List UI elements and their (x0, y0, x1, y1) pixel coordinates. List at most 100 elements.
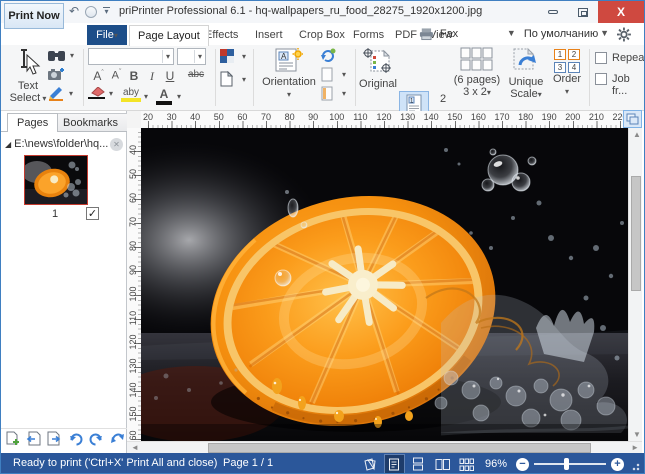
tab-page-layout[interactable]: Page Layout (129, 25, 209, 46)
font-color-button[interactable]: A (156, 87, 172, 105)
resize-grip[interactable] (632, 457, 640, 471)
chevron-down-icon: ▾ (242, 74, 247, 84)
theme-button[interactable]: ▾ (220, 49, 246, 64)
scroll-up-icon[interactable]: ▲ (633, 130, 641, 139)
horizontal-scroll-thumb[interactable] (208, 443, 591, 453)
scroll-down-icon[interactable]: ▼ (633, 430, 641, 439)
tab-file[interactable]: File▾ (87, 25, 127, 45)
bold-button[interactable]: B (128, 69, 140, 83)
v-ruler-label: 60 (128, 193, 138, 204)
text-highlight-button[interactable]: aby (121, 87, 141, 102)
unique-scale-button[interactable]: Unique Scale▾ (505, 47, 547, 101)
qat-customize-icon[interactable]: ▾ (102, 7, 111, 16)
print-now-button[interactable]: Print Now (4, 3, 64, 29)
single-page-icon (389, 458, 400, 470)
underline-button[interactable]: U (164, 69, 176, 83)
job-frame-label: Job fr... (612, 73, 630, 97)
chevron-down-icon: ▾ (242, 52, 247, 61)
profile-select[interactable]: По умолчанию ▼ (524, 28, 609, 40)
find-button[interactable]: ▾ (48, 49, 74, 62)
snapshot-button[interactable] (48, 68, 64, 81)
chevron-down-icon: ▾ (161, 50, 173, 63)
orientation-button[interactable]: A Orientation ▾ (259, 47, 319, 100)
rotate-left-button[interactable] (89, 431, 104, 446)
portrait-page-button[interactable]: ▾ (321, 67, 346, 82)
vertical-scroll-thumb[interactable] (631, 176, 641, 291)
vertical-scrollbar[interactable]: ▲ ▼ (628, 128, 642, 441)
view-mode-preview-button[interactable] (361, 455, 380, 473)
close-button[interactable]: X (598, 1, 644, 23)
view-mode-continuous-button[interactable] (409, 455, 428, 473)
qat-shape-icon[interactable] (85, 6, 97, 18)
view-mode-thumbnails-button[interactable] (457, 455, 476, 473)
h-ruler-label: 60 (237, 112, 248, 122)
highlight-eraser-button[interactable]: ▾ (88, 87, 113, 99)
pages-preset-2[interactable]: 2 (438, 93, 448, 105)
rotate-right-button[interactable] (68, 431, 83, 446)
font-name-select[interactable]: ▾ (88, 48, 174, 65)
zoom-slider-thumb[interactable] (564, 458, 569, 470)
scroll-right-icon[interactable]: ► (631, 443, 639, 452)
order-button[interactable]: 1 2 3 4 Order ▾ (549, 47, 585, 97)
shrink-font-button[interactable]: Aˇ (109, 69, 124, 82)
v-ruler-label: 140 (128, 382, 138, 398)
h-ruler-label: 120 (376, 112, 392, 122)
view-mode-facing-button[interactable] (433, 455, 452, 473)
margins-page-button[interactable]: ▾ (321, 86, 346, 101)
zoom-in-button[interactable]: + (611, 457, 624, 471)
zoom-slider[interactable] (534, 458, 606, 470)
close-document-icon[interactable]: ✕ (110, 137, 123, 151)
gear-icon[interactable] (617, 27, 631, 42)
horizontal-scrollbar[interactable]: ◄ ► (127, 441, 642, 453)
chevron-down-icon: ▾ (286, 90, 291, 99)
h-ruler-label: 100 (329, 112, 345, 122)
tab-crop-box[interactable]: Crop Box (291, 25, 353, 46)
printer-select[interactable]: Fax ▼ (440, 28, 516, 40)
markup-pen-button[interactable]: ▾ (48, 86, 73, 101)
page-thumbnail[interactable] (22, 155, 88, 205)
v-ruler-label: 50 (128, 169, 138, 180)
six-pages-button[interactable]: (6 pages) 3 x 2▾ (453, 47, 501, 99)
scroll-left-icon[interactable]: ◄ (131, 443, 139, 452)
rotate-180-button[interactable] (110, 431, 126, 446)
original-layout-icon (363, 48, 391, 73)
tab-forms[interactable]: Forms (345, 25, 392, 46)
undo-icon[interactable]: ↶ (69, 4, 79, 18)
page-canvas[interactable] (54, 128, 629, 442)
repeat-checkbox[interactable] (595, 52, 607, 64)
tab-pages[interactable]: Pages (7, 113, 59, 132)
h-ruler-label: 90 (308, 112, 319, 122)
h-ruler-label: 30 (166, 112, 177, 122)
add-page-button[interactable] (6, 431, 20, 446)
minimize-button[interactable] (538, 1, 568, 23)
zoom-out-button[interactable]: − (516, 457, 529, 471)
h-ruler-label: 40 (190, 112, 201, 122)
status-ready-text: Ready to print ('Ctrl+X' Print All and c… (13, 457, 218, 469)
h-ruler-label: 110 (353, 112, 368, 122)
grow-font-button[interactable]: Aˆ (91, 69, 106, 83)
view-mode-single-button[interactable] (383, 454, 405, 473)
strikethrough-button[interactable]: abc (184, 69, 208, 80)
thumbnail-page-number: 1 (51, 208, 59, 220)
thumbnail-image (22, 156, 87, 204)
tab-bookmarks[interactable]: Bookmarks (53, 113, 129, 132)
job-frame-checkbox[interactable] (595, 73, 607, 85)
font-size-select[interactable]: ▾ (177, 48, 206, 65)
document-tree-item[interactable]: ◢ E:\news\folder\hq... ✕ (5, 136, 123, 152)
original-button[interactable]: Original (359, 47, 397, 90)
chevron-down-icon: ▾ (40, 94, 47, 103)
facing-pages-icon (435, 458, 450, 470)
italic-button[interactable]: I (146, 69, 158, 84)
binoculars-icon (48, 51, 65, 61)
restore-button[interactable] (568, 1, 598, 23)
page-setup-button[interactable] (623, 110, 642, 128)
tab-insert[interactable]: Insert (247, 25, 291, 46)
page-style-button[interactable]: ▾ (220, 71, 246, 87)
text-select-button[interactable]: Text Select ▾ (7, 47, 49, 104)
page-print-checkbox[interactable]: ✓ (86, 207, 99, 220)
v-ruler-label: 160 (128, 430, 138, 441)
tree-expander-icon[interactable]: ◢ (5, 140, 11, 149)
move-page-left-button[interactable] (26, 431, 41, 446)
move-page-right-button[interactable] (47, 431, 62, 446)
auto-rotate-button[interactable] (320, 48, 337, 63)
